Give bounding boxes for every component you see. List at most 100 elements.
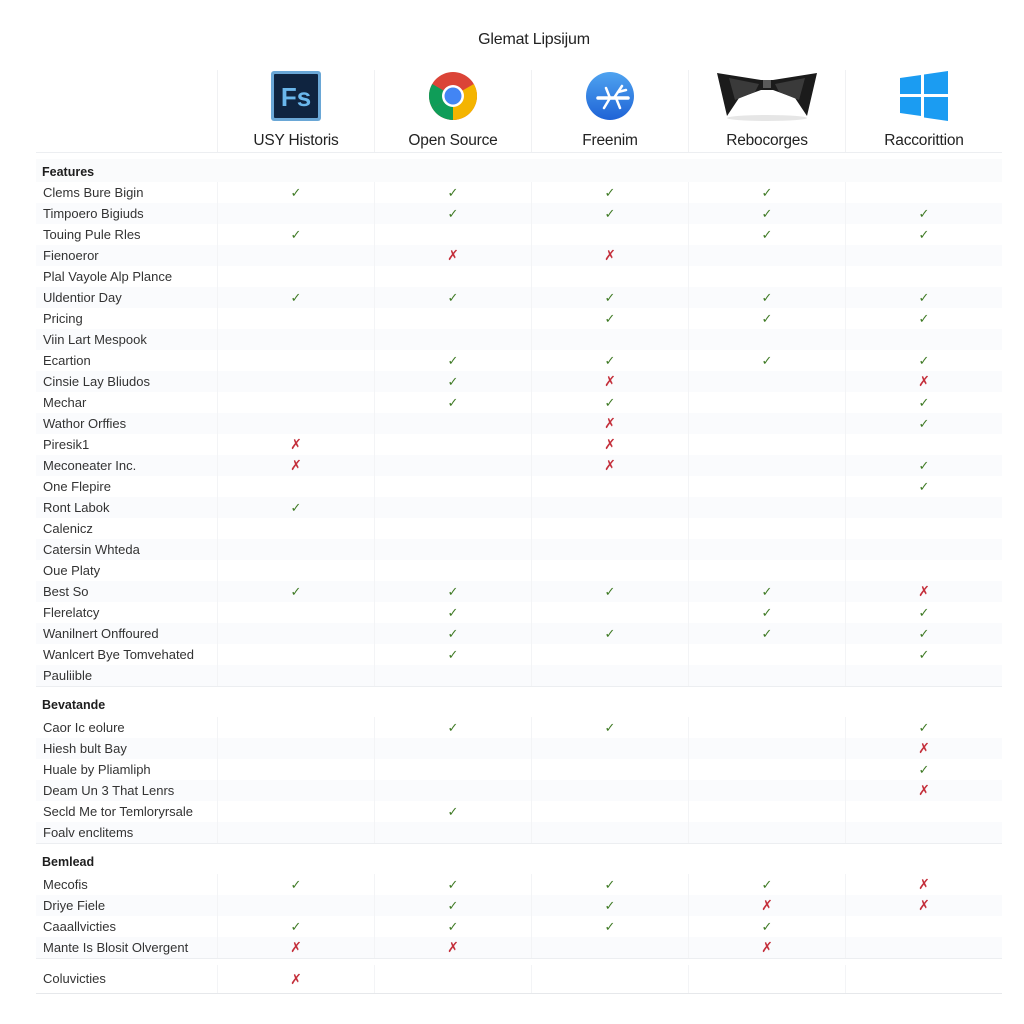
table-cell: ✓ <box>531 203 688 224</box>
check-icon: ✓ <box>918 478 930 494</box>
column-name: Raccorittion <box>884 132 964 149</box>
cross-icon: ✗ <box>290 457 302 473</box>
table-cell <box>688 413 845 434</box>
table-cell: ✗ <box>845 371 1002 392</box>
check-icon: ✓ <box>918 625 930 641</box>
cross-icon: ✗ <box>604 247 616 263</box>
table-row: Hiesh bult Bay ✗ <box>36 738 1002 759</box>
table-row: Foalv enclitems <box>36 822 1002 843</box>
table-section: Bemlead Mecofis ✓ ✓ ✓ ✓ ✗ Driye Fiele ✓ ✓ ✗ ✗ Caaall… <box>36 844 1002 959</box>
check-icon: ✓ <box>604 583 616 599</box>
table-row: Mechar ✓ ✓ ✓ <box>36 392 1002 413</box>
table-row: Driye Fiele ✓ ✓ ✗ ✗ <box>36 895 1002 916</box>
table-row: Mecofis ✓ ✓ ✓ ✓ ✗ <box>36 874 1002 895</box>
table-cell <box>217 602 374 623</box>
table-cell: ✓ <box>374 602 531 623</box>
table-cell: ✗ <box>374 937 531 958</box>
table-cell <box>217 350 374 371</box>
check-icon: ✓ <box>290 876 302 892</box>
table-cell <box>531 937 688 958</box>
feature-label: Clems Bure Bigin <box>43 185 144 200</box>
table-cell <box>688 738 845 759</box>
table-cell <box>531 497 688 518</box>
table-cell <box>374 413 531 434</box>
table-cell <box>217 203 374 224</box>
table-row: Touing Pule Rles ✓ ✓ ✓ <box>36 224 1002 245</box>
table-cell: ✓ <box>217 874 374 895</box>
chrome-browser-icon <box>427 70 479 122</box>
feature-label: Coluvicties <box>43 971 106 986</box>
check-icon: ✓ <box>761 226 773 242</box>
table-cell: ✓ <box>688 581 845 602</box>
table-cell: ✓ <box>688 308 845 329</box>
column-name: Rebocorges <box>726 132 808 149</box>
feature-label: Hiesh bult Bay <box>43 741 127 756</box>
table-cell <box>688 455 845 476</box>
column-name: Open Source <box>408 132 498 149</box>
check-icon: ✓ <box>761 918 773 934</box>
check-icon: ✓ <box>447 373 459 389</box>
table-row: Cinsie Lay Bliudos ✓ ✗ ✗ <box>36 371 1002 392</box>
check-icon: ✓ <box>761 310 773 326</box>
table-cell: ✓ <box>845 717 1002 738</box>
column-header-usy-historis[interactable]: Fs USY Historis <box>217 70 374 152</box>
column-header-freenim[interactable]: Freenim <box>531 70 688 152</box>
table-cell <box>531 759 688 780</box>
check-icon: ✓ <box>761 876 773 892</box>
table-cell: ✓ <box>374 644 531 665</box>
table-cell <box>688 266 845 287</box>
table-cell <box>374 759 531 780</box>
table-cell: ✗ <box>217 937 374 958</box>
table-cell <box>845 965 1002 993</box>
table-cell: ✓ <box>531 581 688 602</box>
blue-circle-app-icon <box>584 70 636 122</box>
check-icon: ✓ <box>918 205 930 221</box>
black-bowtie-icon <box>715 70 819 122</box>
feature-label: Foalv enclitems <box>43 825 134 840</box>
table-cell <box>217 413 374 434</box>
table-cell <box>217 738 374 759</box>
table-cell <box>845 560 1002 581</box>
table-cell <box>845 329 1002 350</box>
table-cell <box>217 560 374 581</box>
check-icon: ✓ <box>447 583 459 599</box>
table-cell: ✓ <box>374 203 531 224</box>
cross-icon: ✗ <box>447 247 459 263</box>
feature-label: One Flepire <box>43 479 111 494</box>
check-icon: ✓ <box>918 646 930 662</box>
table-cell <box>374 266 531 287</box>
table-cell <box>688 644 845 665</box>
table-row: Viin Lart Mespook <box>36 329 1002 350</box>
table-cell <box>531 266 688 287</box>
section-rows: Clems Bure Bigin ✓ ✓ ✓ ✓ Timpoero Bigiuds ✓ ✓ ✓ ✓… <box>36 182 1002 686</box>
table-cell: ✗ <box>688 895 845 916</box>
table-cell: ✓ <box>688 287 845 308</box>
column-header-raccorittion[interactable]: Raccorittion <box>845 70 1002 152</box>
table-cell <box>531 738 688 759</box>
cross-icon: ✗ <box>918 897 930 913</box>
table-cell: ✓ <box>688 224 845 245</box>
table-cell <box>217 518 374 539</box>
table-cell <box>845 539 1002 560</box>
table-row: Calenicz <box>36 518 1002 539</box>
table-cell <box>374 560 531 581</box>
column-header-open-source[interactable]: Open Source <box>374 70 531 152</box>
check-icon: ✓ <box>918 394 930 410</box>
check-icon: ✓ <box>290 499 302 515</box>
table-cell <box>217 665 374 686</box>
table-cell: ✓ <box>531 308 688 329</box>
check-icon: ✓ <box>604 352 616 368</box>
feature-label: Flerelatcy <box>43 605 100 620</box>
section-rows: Coluvicties ✗ <box>36 965 1002 993</box>
table-cell: ✓ <box>531 895 688 916</box>
check-icon: ✓ <box>918 352 930 368</box>
table-cell <box>374 476 531 497</box>
table-row: Wanlcert Bye Tomvehated ✓ ✓ <box>36 644 1002 665</box>
table-cell: ✓ <box>688 350 845 371</box>
section-title: Features <box>36 159 1002 182</box>
table-cell <box>531 224 688 245</box>
table-header-row: Fs USY Historis Open Source Freenim Rebo… <box>36 70 1002 153</box>
column-header-rebocorges[interactable]: Rebocorges <box>688 70 845 152</box>
feature-label: Touing Pule Rles <box>43 227 141 242</box>
table-cell <box>217 644 374 665</box>
